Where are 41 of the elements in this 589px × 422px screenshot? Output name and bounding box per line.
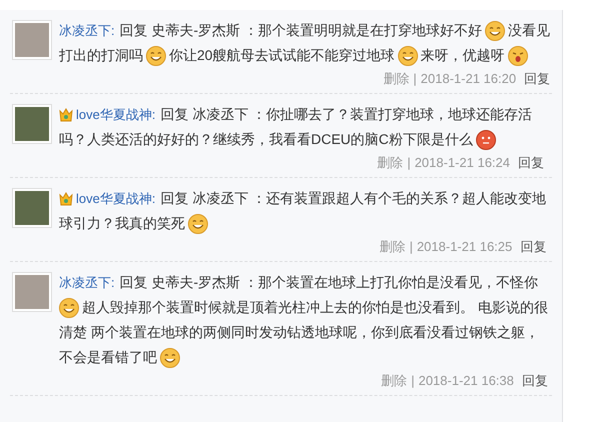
separator: | xyxy=(407,154,411,172)
reply-link[interactable]: 回复 xyxy=(522,370,548,392)
separator: | xyxy=(413,70,417,88)
reply-link[interactable]: 回复 xyxy=(520,236,546,258)
avatar-photo-placeholder xyxy=(15,191,49,225)
comment-text: 超人毁掉那个装置时候就是顶着光柱冲上去的你怕是也没看到。 电影说的很 xyxy=(82,298,548,317)
username-link[interactable]: 冰凌丞下: xyxy=(59,18,115,43)
smiley-emoji-icon xyxy=(188,214,208,234)
timestamp: 2018-1-21 16:20 xyxy=(420,70,516,88)
yawning-emoji-icon xyxy=(508,46,528,66)
comment-text: 不会是看错了吧 xyxy=(59,348,157,367)
username-link[interactable]: love华夏战神: xyxy=(76,186,156,211)
comment-text: 回复 史蒂夫-罗杰斯 ：那个装置在地球上打孔你怕是没看见，不怪你 xyxy=(120,273,538,292)
comment-text: 回复 史蒂夫-罗杰斯 ：那个装置明明就是在打穿地球好不好 xyxy=(120,21,482,40)
avatar-photo-placeholder xyxy=(15,23,49,57)
comment-text: 来呀，优越呀 xyxy=(420,46,505,65)
comment-text: 回复 冰凌丞下 ：还有装置跟超人有个毛的关系？超人能改变地 xyxy=(160,189,546,208)
comment-text: 吗？人类还活的好好的？继续秀，我看看DCEU的脑C粉下限是什么 xyxy=(59,130,473,149)
reply-link[interactable]: 回复 xyxy=(524,68,550,90)
comment-text: 打出的打洞吗 xyxy=(59,46,143,65)
smiley-emoji-icon xyxy=(160,348,180,368)
separator: | xyxy=(411,372,414,390)
avatar-photo-placeholder xyxy=(15,275,49,309)
smiley-emoji-icon xyxy=(398,46,418,66)
username-link[interactable]: 冰凌丞下: xyxy=(59,270,115,295)
smiley-emoji-icon xyxy=(485,20,506,40)
separator: | xyxy=(409,238,413,256)
reply-link[interactable]: 回复 xyxy=(518,152,544,174)
comment-text: 清楚 两个装置在地球的两侧同时发动钻透地球呢，你到底看没看过钢铁之躯， xyxy=(59,323,539,342)
username-link[interactable]: love华夏战神: xyxy=(76,102,156,127)
timestamp: 2018-1-21 16:24 xyxy=(414,154,510,172)
comment-text: 没看见 xyxy=(508,21,550,40)
avatar-photo-placeholder xyxy=(15,107,49,141)
smiley-emoji-icon xyxy=(146,46,166,66)
timestamp: 2018-1-21 16:38 xyxy=(418,372,514,390)
comment-text: 你让20艘航母去试试能不能穿过地球 xyxy=(169,46,395,65)
smiley-emoji-icon xyxy=(59,298,79,318)
timestamp: 2018-1-21 16:25 xyxy=(416,238,512,256)
comment-text: 球引力？我真的笑死 xyxy=(59,214,185,233)
flushed-emoji-icon xyxy=(476,130,496,150)
comment-text: 回复 冰凌丞下 ：你扯哪去了？装置打穿地球，地球还能存活 xyxy=(160,105,532,124)
